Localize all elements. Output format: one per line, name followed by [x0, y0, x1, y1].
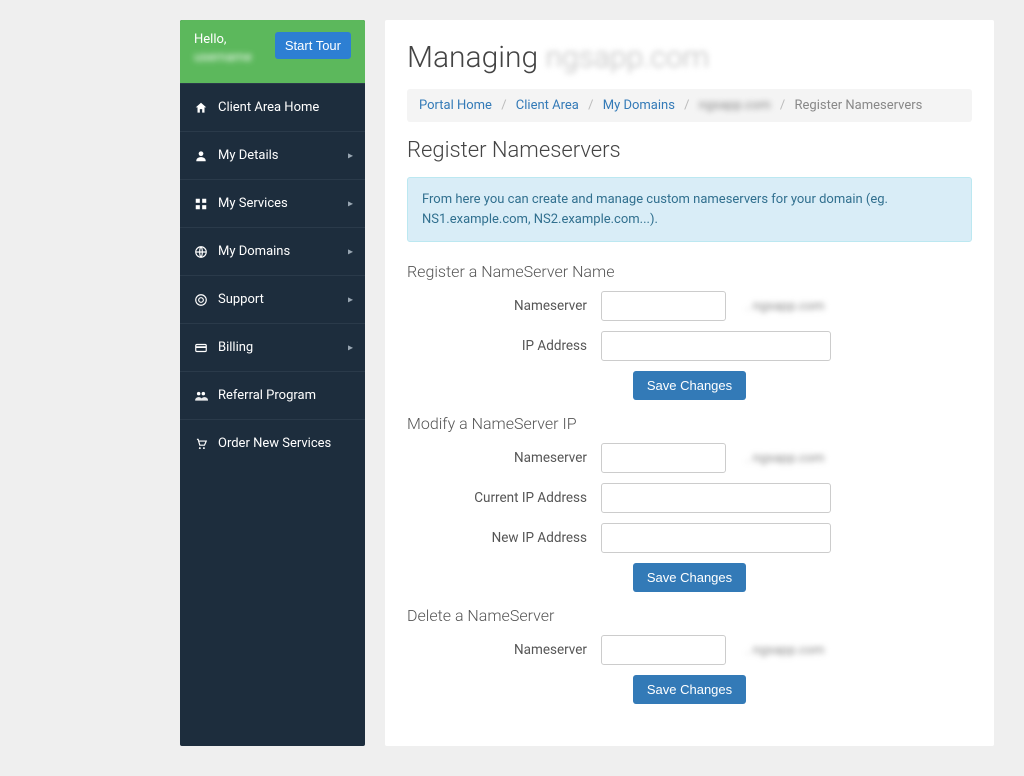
label-nameserver: Nameserver — [407, 298, 587, 314]
input-modify-nameserver[interactable] — [601, 443, 726, 473]
breadcrumb: Portal Home / Client Area / My Domains /… — [407, 89, 972, 122]
chevron-right-icon: ▸ — [348, 246, 353, 257]
sidebar-item-label: Billing — [218, 340, 253, 355]
sidebar-item-client-home[interactable]: Client Area Home — [180, 83, 365, 131]
sidebar: Hello, username Start Tour Client Area H… — [180, 20, 365, 746]
label-ip: IP Address — [407, 338, 587, 354]
home-icon — [194, 101, 208, 115]
page-heading: Managing ngsapp.com — [407, 40, 972, 75]
greeting-hello: Hello, — [194, 32, 252, 47]
breadcrumb-link[interactable]: Portal Home — [419, 98, 492, 113]
breadcrumb-current: Register Nameservers — [795, 98, 923, 113]
chevron-right-icon: ▸ — [348, 294, 353, 305]
domain-suffix: . ngsapp.com — [746, 299, 825, 314]
sidebar-item-referral[interactable]: Referral Program — [180, 371, 365, 419]
chevron-right-icon: ▸ — [348, 150, 353, 161]
section-title-modify: Modify a NameServer IP — [407, 414, 972, 433]
sidebar-item-label: Order New Services — [218, 436, 331, 451]
section-title-register: Register a NameServer Name — [407, 262, 972, 281]
grid-icon — [194, 197, 208, 211]
breadcrumb-separator: / — [495, 98, 512, 113]
heading-domain: ngsapp.com — [545, 40, 709, 75]
sidebar-item-label: My Services — [218, 196, 288, 211]
domain-suffix: . ngsapp.com — [746, 451, 825, 466]
input-modify-new-ip[interactable] — [601, 523, 831, 553]
breadcrumb-link[interactable]: Client Area — [516, 98, 579, 113]
breadcrumb-link[interactable]: My Domains — [603, 98, 675, 113]
section-title-delete: Delete a NameServer — [407, 606, 972, 625]
breadcrumb-separator: / — [774, 98, 791, 113]
sidebar-item-label: Support — [218, 292, 264, 307]
sidebar-item-my-domains[interactable]: My Domains ▸ — [180, 227, 365, 275]
save-button-modify[interactable]: Save Changes — [633, 563, 746, 592]
people-icon — [194, 389, 208, 403]
sidebar-item-label: My Details — [218, 148, 279, 163]
label-current-ip: Current IP Address — [407, 490, 587, 506]
sidebar-item-my-details[interactable]: My Details ▸ — [180, 131, 365, 179]
sidebar-item-label: Referral Program — [218, 388, 316, 403]
sidebar-item-billing[interactable]: Billing ▸ — [180, 323, 365, 371]
sidebar-item-label: My Domains — [218, 244, 290, 259]
user-icon — [194, 149, 208, 163]
chevron-right-icon: ▸ — [348, 342, 353, 353]
life-ring-icon — [194, 293, 208, 307]
input-delete-nameserver[interactable] — [601, 635, 726, 665]
info-box: From here you can create and manage cust… — [407, 177, 972, 242]
cart-icon — [194, 437, 208, 451]
input-register-ip[interactable] — [601, 331, 831, 361]
breadcrumb-separator: / — [678, 98, 695, 113]
main-panel: Managing ngsapp.com Portal Home / Client… — [385, 20, 994, 746]
breadcrumb-separator: / — [582, 98, 599, 113]
save-button-delete[interactable]: Save Changes — [633, 675, 746, 704]
globe-icon — [194, 245, 208, 259]
page-title: Register Nameservers — [407, 138, 972, 163]
input-register-nameserver[interactable] — [601, 291, 726, 321]
save-button-register[interactable]: Save Changes — [633, 371, 746, 400]
sidebar-item-support[interactable]: Support ▸ — [180, 275, 365, 323]
sidebar-item-order-services[interactable]: Order New Services — [180, 419, 365, 467]
sidebar-greeting: Hello, username Start Tour — [180, 20, 365, 83]
greeting-username: username — [194, 50, 252, 65]
breadcrumb-link-domain[interactable]: ngsapp.com — [699, 98, 771, 113]
domain-suffix: . ngsapp.com — [746, 643, 825, 658]
label-new-ip: New IP Address — [407, 530, 587, 546]
chevron-right-icon: ▸ — [348, 198, 353, 209]
card-icon — [194, 341, 208, 355]
start-tour-button[interactable]: Start Tour — [275, 32, 351, 59]
label-nameserver: Nameserver — [407, 642, 587, 658]
heading-prefix: Managing — [407, 40, 545, 75]
label-nameserver: Nameserver — [407, 450, 587, 466]
sidebar-item-label: Client Area Home — [218, 100, 319, 115]
sidebar-item-my-services[interactable]: My Services ▸ — [180, 179, 365, 227]
input-modify-current-ip[interactable] — [601, 483, 831, 513]
